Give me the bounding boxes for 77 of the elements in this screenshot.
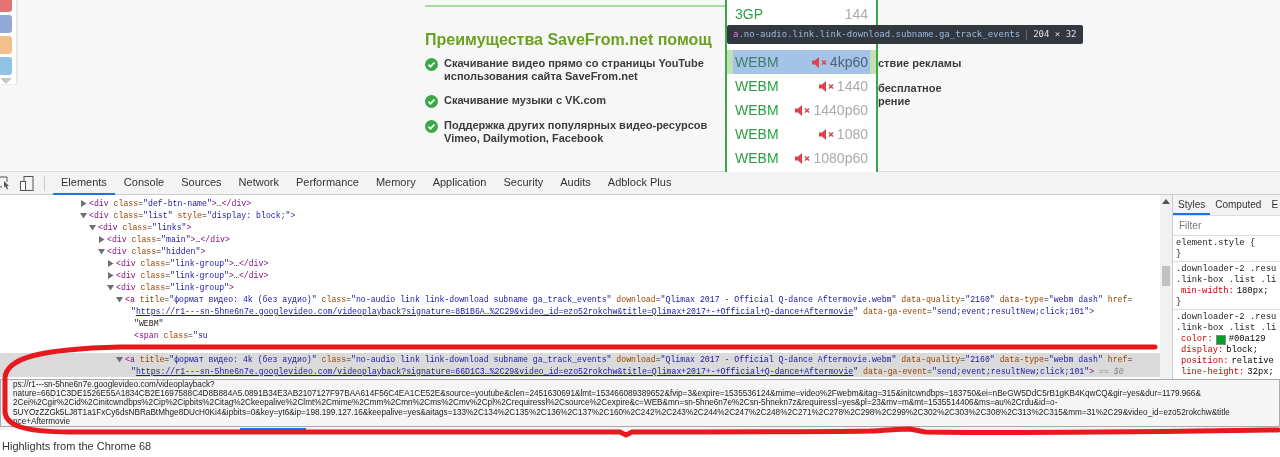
muted-speaker-icon xyxy=(795,152,812,164)
css-value: relative xyxy=(1231,356,1274,367)
css-selector: .link-box .list .li xyxy=(1176,275,1278,286)
sidebar-tab[interactable]: Computed xyxy=(1210,195,1267,215)
feature-text: Скачивание музыки с VK.com xyxy=(444,94,607,108)
drawer-text: Highlights from the Chrome 68 xyxy=(2,440,152,452)
devtools-tab[interactable]: Elements xyxy=(53,171,115,195)
css-property: min-width: xyxy=(1181,286,1234,297)
code-line: <div class="link-group">…</div> xyxy=(116,258,269,268)
css-property: line-height: xyxy=(1181,367,1245,378)
muted-speaker-icon xyxy=(811,56,828,68)
link-tooltip: ps://r1---sn-5hne6n7e.googlevideo.com/videoplayback? nature=66D1C3DE1526E55A1834CB2E1697588C4D8B884A5.0891B34E3AB2107127F97BAA614F56C4EA1CE52E&source=youtube&clen=2451630691&lmt=153466089389652&fvip=3&expire=1535536124&mime=video%2Fwebm&itag=315&initcwndbps=183750&ei=nBeGW5DdC5rB1gKB4KqwCQ&gir=yes&dur=1179.966& 2Cei%2Cgir%2Cid%2Cinitcwndbps%2Cip%2Cipbits%2Citag%2Ckeepalive%2Clmt%2Cmime%2Cmm%2Cmn%2Cms%2Cmv%2Cpl%2Crequiressl%2Csource%2Cexpire&c=WEB&mn=sn-5hne6n7e%2Csn-5hnekn7z&requiressl=yes&pl=23&mv=m&mt=1535514406&ms=au%2Crdu&id=o- 5UYOzZZGk5LJ8T1a1FxCy6dsNBRaBtMhge8DUcH0Ki4&ipbits=0&key=yt6&ip=198.199.127.16&keepalive=yes&aitags=133%2C134%2C135%2C136%2C137%2C160%2C242%2C243%2C244%2C247%2C248%2C271%2C278%2C298%2C299%2C302%2C303%2C308%2C313%2C315&mm=31%2C29&video_id=ezo52rokchw&title nce+Aftermovie xyxy=(0,379,1280,427)
css-value: #00a129 xyxy=(1228,334,1266,345)
css-brace: } xyxy=(1176,249,1183,260)
code-line: "https://r1---sn-5hne6n7e.googlevideo.com/videoplayback?signature=66D1C3…%2C29&video_id=ezo52rokchw&title=Qlimax+2017+-+Official+Q-dance+Aftermovie" data-ga-event="send;event;resultNew;click;101"> == $0 xyxy=(131,366,1124,376)
code-line: <div class="hidden"> xyxy=(107,246,206,256)
element-tooltip: a.no-audio.link.link-download.subname.ga_track_events 204 × 32 xyxy=(727,25,1083,44)
expand-arrow-icon[interactable] xyxy=(116,355,123,363)
code-line: "WEBM" xyxy=(134,318,164,328)
css-selector: .downloader-2 .resu xyxy=(1176,264,1278,275)
drawer-tab-indicator xyxy=(240,428,306,430)
code-line: <a title="формат видео: 4k (без аудио)" class="no-audio link link-download subname ga_track_events" download="Qlimax 2017 - Official Q-dance Aftermovie.webm" data-quality="2160" data-type="webm dash" href= xyxy=(125,294,1133,304)
sidebar-tab[interactable]: E xyxy=(1266,195,1280,215)
css-value: 32px; xyxy=(1247,367,1274,378)
expand-arrow-icon[interactable] xyxy=(116,295,123,303)
code-line: <span class="su xyxy=(134,330,208,340)
feature-text: ствие рекламы xyxy=(878,57,962,70)
feature-text: Скачивание видео прямо со страницы YouTube использования сайта SaveFrom.net xyxy=(444,57,704,83)
code-line: <div class="links"> xyxy=(98,222,192,232)
expand-arrow-icon[interactable] xyxy=(80,199,87,207)
devtools-tab[interactable]: Adblock Plus xyxy=(599,171,680,195)
devtools-tab[interactable]: Performance xyxy=(287,171,367,195)
check-icon xyxy=(425,58,438,71)
code-line: <div class="list" style="display: block;"> xyxy=(89,210,296,220)
download-option[interactable]: WEBM 4kp60 xyxy=(727,50,876,74)
expand-arrow-icon[interactable] xyxy=(107,271,114,279)
code-line: <div class="main">…</div> xyxy=(107,234,230,244)
expand-arrow-icon[interactable] xyxy=(98,247,105,255)
css-property: color: xyxy=(1181,334,1213,345)
scrollbar-thumb[interactable] xyxy=(1162,266,1170,286)
devtools-tab[interactable]: Network xyxy=(230,171,287,195)
css-value: block; xyxy=(1226,345,1258,356)
css-brace: } xyxy=(1176,297,1183,308)
inspect-icon[interactable] xyxy=(0,176,10,190)
muted-speaker-icon xyxy=(818,80,835,92)
feature-text: бесплатное рение xyxy=(878,82,943,108)
code-line: <div class="link-group">…</div> xyxy=(116,270,269,280)
css-property: display: xyxy=(1181,345,1224,356)
expand-arrow-icon[interactable] xyxy=(107,259,114,267)
muted-speaker-icon xyxy=(818,128,835,140)
css-selector: .link-box .list .li xyxy=(1176,323,1278,334)
check-icon xyxy=(425,120,438,133)
muted-speaker-icon xyxy=(795,104,812,116)
css-selector: .downloader-2 .resu xyxy=(1176,312,1278,323)
code-line: <div class="def-btn-name">…</div> xyxy=(89,198,252,208)
feature-text: Поддержка других популярных видео-ресурсов Vimeo, Dailymotion, Facebook xyxy=(444,119,708,145)
css-selector: element.style { xyxy=(1176,238,1257,249)
devtools-tab[interactable]: Sources xyxy=(173,171,230,195)
devtools-tab[interactable]: Console xyxy=(115,171,173,195)
section-heading: Преимущества SaveFrom.net помощ xyxy=(425,31,712,49)
devtools-tab[interactable]: Memory xyxy=(367,171,424,195)
scroll-up-icon[interactable] xyxy=(1162,199,1170,204)
css-property: position: xyxy=(1181,356,1229,367)
check-icon xyxy=(425,95,438,108)
code-line: <a title="формат видео: 4k (без аудио)" class="no-audio link link-download subname ga_track_events" download="Qlimax 2017 - Official Q-dance Aftermovie.webm" data-quality="2160" data-type="webm dash" href= xyxy=(125,354,1133,364)
devtools-tab[interactable]: Application xyxy=(424,171,495,195)
code-line: <div class="link-group"> xyxy=(116,282,234,292)
css-value: 180px; xyxy=(1236,286,1269,297)
devtools-tab[interactable]: Audits xyxy=(552,171,599,195)
expand-arrow-icon[interactable] xyxy=(107,283,114,291)
expand-arrow-icon[interactable] xyxy=(89,223,96,231)
expand-arrow-icon[interactable] xyxy=(98,235,105,243)
code-line: "https://r1---sn-5hne6n7e.googlevideo.com/videoplayback?signature=8B1B6A…%2C29&video_id=ezo52rokchw&title=Qlimax+2017+-+Official+Q-dance+Aftermovie" data-ga-event="send;event;resultNew;click;101"> xyxy=(131,306,1095,316)
device-icon[interactable] xyxy=(20,175,34,191)
expand-arrow-icon[interactable] xyxy=(80,211,87,219)
devtools-tab[interactable]: Security xyxy=(495,171,552,195)
color-swatch[interactable] xyxy=(1215,334,1226,345)
